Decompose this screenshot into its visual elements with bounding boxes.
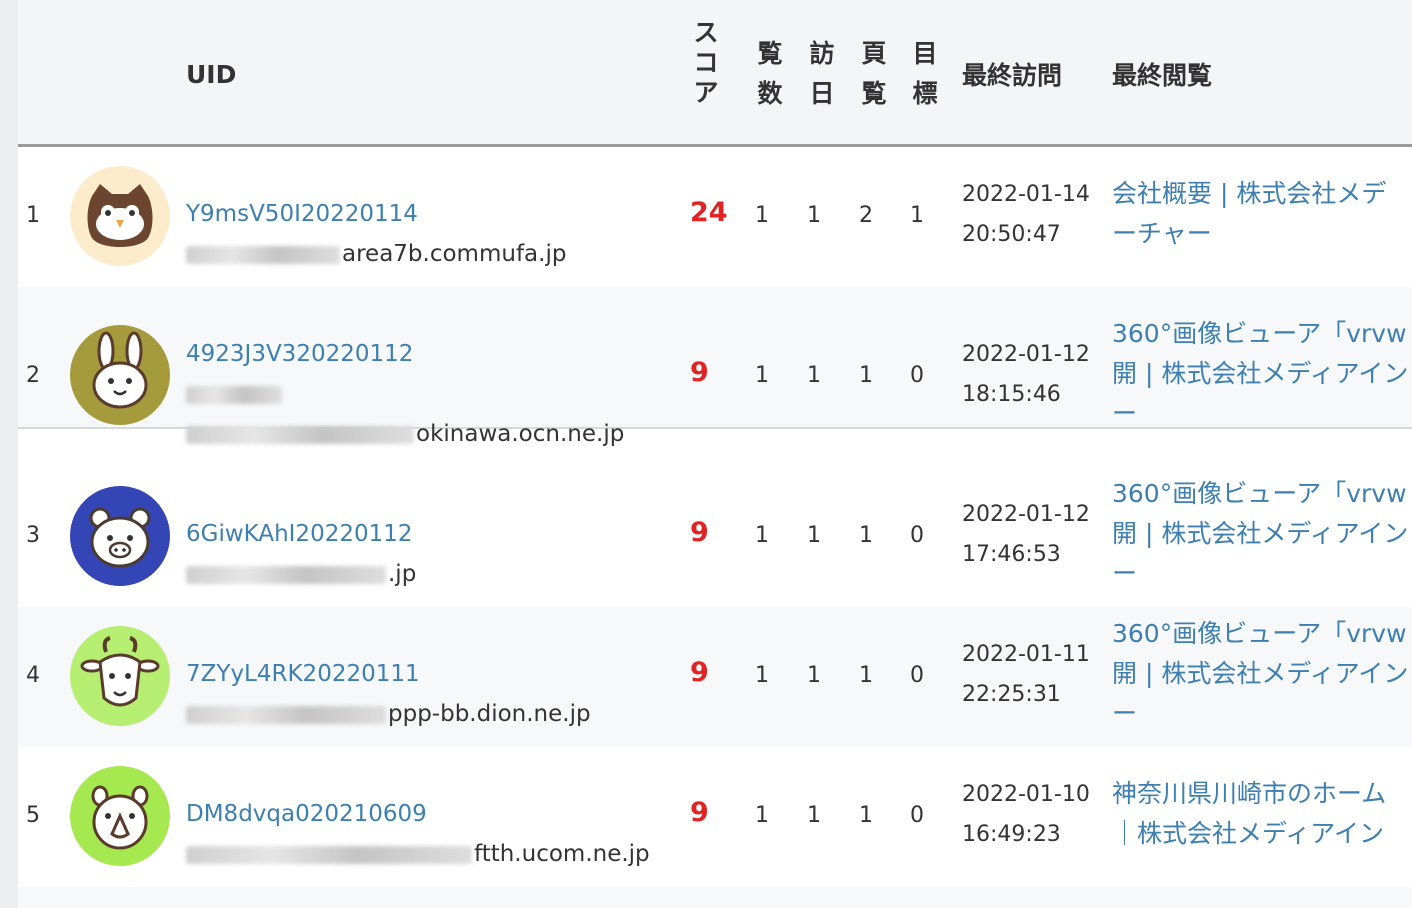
last-view-link[interactable]: 神奈川県川崎市のホーム ｜株式会社メディアイン (1112, 774, 1386, 854)
table-row: 2 4923J3V320220112 okinawa.ocn.ne.jp 9 1… (18, 287, 1412, 447)
pages-value: 1 (859, 803, 873, 828)
table-row: 1 Y9msV50I20220114 area7b.commufa.jp 24 … (18, 147, 1412, 289)
uid-link[interactable]: Y9msV50I20220114 (186, 201, 418, 227)
row-number: 5 (26, 803, 40, 828)
views-value: 1 (755, 523, 769, 548)
owl-icon (70, 166, 170, 266)
views-value: 1 (755, 663, 769, 688)
score-column-header[interactable]: ス コ ア (692, 18, 720, 108)
visit-days-value: 1 (807, 663, 821, 688)
uid-link[interactable]: 7ZYyL4RK20220111 (186, 661, 420, 687)
score-value: 9 (690, 797, 709, 828)
last-view-link[interactable]: 360°画像ビューア「vrvw 開 | 株式会社メディアイン ー (1112, 474, 1408, 594)
host-name: ftth.ucom.ne.jp (186, 841, 650, 867)
row-number: 2 (26, 363, 40, 388)
redacted-text (186, 425, 414, 444)
host-name: .jp (186, 561, 416, 587)
uid-link[interactable]: 6GiwKAhI20220112 (186, 521, 413, 547)
host-name: area7b.commufa.jp (186, 241, 566, 267)
table-row: 3 6GiwKAhI20220112 .jp 9 1 1 1 0 2022-01… (18, 467, 1412, 609)
views-value: 1 (755, 363, 769, 388)
row-number: 4 (26, 663, 40, 688)
score-value: 9 (690, 657, 709, 688)
score-value: 9 (690, 517, 709, 548)
wombat-icon (70, 486, 170, 586)
last-visit-datetime: 2022-01-14 20:50:47 (962, 182, 1090, 247)
goals-value: 0 (910, 523, 924, 548)
table-row: 4 7ZYyL4RK20220111 ppp-bb.dion.ne.jp 9 1… (18, 607, 1412, 749)
visit-days-value: 1 (807, 523, 821, 548)
last-visit-datetime: 2022-01-12 18:15:46 (962, 342, 1090, 407)
rhino-icon (70, 766, 170, 866)
pages-value: 2 (859, 203, 873, 228)
pages-value: 1 (859, 663, 873, 688)
goals-value: 0 (910, 363, 924, 388)
table-row-partial (18, 887, 1412, 908)
pages-value: 1 (859, 523, 873, 548)
visitor-table: UID ス コ ア 覧 数 訪 日 頁 覧 目 標 最終訪問 最終閲覧 1 Y9… (18, 0, 1412, 908)
visit-days-column-header[interactable]: 訪 日 (808, 34, 836, 114)
last-view-link[interactable]: 360°画像ビューア「vrvw 開 | 株式会社メディアイン ー (1112, 614, 1408, 734)
goat-icon (70, 626, 170, 726)
host-name: ppp-bb.dion.ne.jp (186, 701, 591, 727)
row-number: 1 (26, 203, 40, 228)
last-view-column-header[interactable]: 最終閲覧 (1112, 56, 1212, 92)
host-name-line-2: okinawa.ocn.ne.jp (186, 421, 624, 447)
uid-link[interactable]: DM8dvqa020210609 (186, 801, 427, 827)
pages-column-header[interactable]: 頁 覧 (860, 34, 888, 114)
goals-column-header[interactable]: 目 標 (911, 34, 939, 114)
redacted-text (186, 705, 386, 724)
pages-value: 1 (859, 363, 873, 388)
last-visit-column-header[interactable]: 最終訪問 (962, 56, 1062, 92)
score-value: 9 (690, 357, 709, 388)
host-name (186, 381, 284, 407)
redacted-text (186, 385, 282, 404)
redacted-text (186, 845, 472, 864)
redacted-text (186, 565, 386, 584)
last-visit-datetime: 2022-01-12 17:46:53 (962, 502, 1090, 567)
last-visit-datetime: 2022-01-11 22:25:31 (962, 642, 1090, 707)
table-header: UID ス コ ア 覧 数 訪 日 頁 覧 目 標 最終訪問 最終閲覧 (18, 0, 1412, 147)
goals-value: 0 (910, 663, 924, 688)
redacted-text (186, 245, 340, 264)
goals-value: 1 (910, 203, 924, 228)
row-number: 3 (26, 523, 40, 548)
goals-value: 0 (910, 803, 924, 828)
views-column-header[interactable]: 覧 数 (756, 34, 784, 114)
score-value: 24 (690, 197, 728, 228)
views-value: 1 (755, 803, 769, 828)
last-view-link[interactable]: 会社概要 | 株式会社メデ ーチャー (1112, 174, 1386, 254)
views-value: 1 (755, 203, 769, 228)
last-view-link[interactable]: 360°画像ビューア「vrvw 開 | 株式会社メディアイン ー (1112, 314, 1408, 434)
visit-days-value: 1 (807, 803, 821, 828)
table-row: 5 DM8dvqa020210609 ftth.ucom.ne.jp 9 1 1… (18, 747, 1412, 889)
uid-link[interactable]: 4923J3V320220112 (186, 341, 413, 367)
rabbit-icon (70, 325, 170, 425)
visit-days-value: 1 (807, 363, 821, 388)
uid-column-header[interactable]: UID (186, 60, 236, 89)
visit-days-value: 1 (807, 203, 821, 228)
last-visit-datetime: 2022-01-10 16:49:23 (962, 782, 1090, 847)
